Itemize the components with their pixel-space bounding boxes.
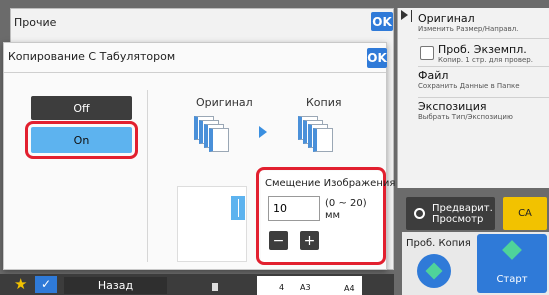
rp-item-proof[interactable]: Проб. Экземпл. Копир. 1 стр. для провер. [438,43,548,64]
arrow-icon [259,126,267,138]
original-label: Оригинал [196,96,253,109]
increment-button[interactable]: + [300,231,319,250]
proof-copy-checkbox[interactable] [420,46,434,60]
rp-item-file[interactable]: Файл Сохранить Данные в Папке [418,69,548,90]
start-button[interactable]: Старт [477,234,547,293]
rp-item-original[interactable]: Оригинал Изменить Размер/Направл. [418,12,548,33]
star-icon[interactable]: ★ [14,276,27,292]
image-shift-title: Смещение Изображения [265,178,396,189]
diamond-icon [425,262,443,280]
copy-label: Копия [306,96,342,109]
proof-copy-label: Проб. Копия [406,238,471,249]
original-pages-icon [194,116,244,160]
magnifier-icon [414,208,425,219]
collapse-bar-icon [411,10,412,22]
dialog-title: Копирование С Табулятором [8,50,176,63]
dialog-ok-button[interactable]: OK [367,48,387,68]
rp-separator [418,38,549,39]
preview-button[interactable]: Предварит. Просмотр [406,197,495,230]
outer-dialog-title: Прочие [14,16,57,29]
check-icon[interactable]: ✓ [35,276,57,293]
back-button[interactable]: Назад [64,277,167,294]
column-divider [147,90,148,262]
preview-label-1: Предварит. [432,202,493,214]
decrement-button[interactable]: − [269,231,288,250]
copy-pages-icon [298,116,348,160]
off-button[interactable]: Off [31,96,132,120]
on-button[interactable]: On [31,127,132,153]
preview-label-2: Просмотр [432,213,484,225]
shift-range-label: (0 ~ 20) [325,198,367,209]
shift-unit-label: мм [325,210,341,221]
rp-separator [418,97,549,98]
rp-separator [418,66,549,67]
start-label: Старт [496,274,528,285]
paper-size-a3: A3 [300,283,311,292]
tray-icon [212,283,218,291]
start-diamond-icon [502,240,522,260]
title-divider [4,72,386,73]
shift-value-input[interactable]: 10 [268,196,320,221]
paper-size-a4: A4 [344,284,355,293]
right-side-panel [397,8,549,188]
paper-count: 4 [279,283,285,292]
collapse-arrow-icon[interactable] [401,10,408,20]
rp-item-exposure[interactable]: Экспозиция Выбрать Тип/Экспозицию [418,100,548,121]
proof-copy-button[interactable] [417,254,451,288]
ca-button[interactable]: CA [503,197,547,230]
outer-ok-button[interactable]: OK [371,12,393,31]
shift-margin-line [238,199,239,217]
